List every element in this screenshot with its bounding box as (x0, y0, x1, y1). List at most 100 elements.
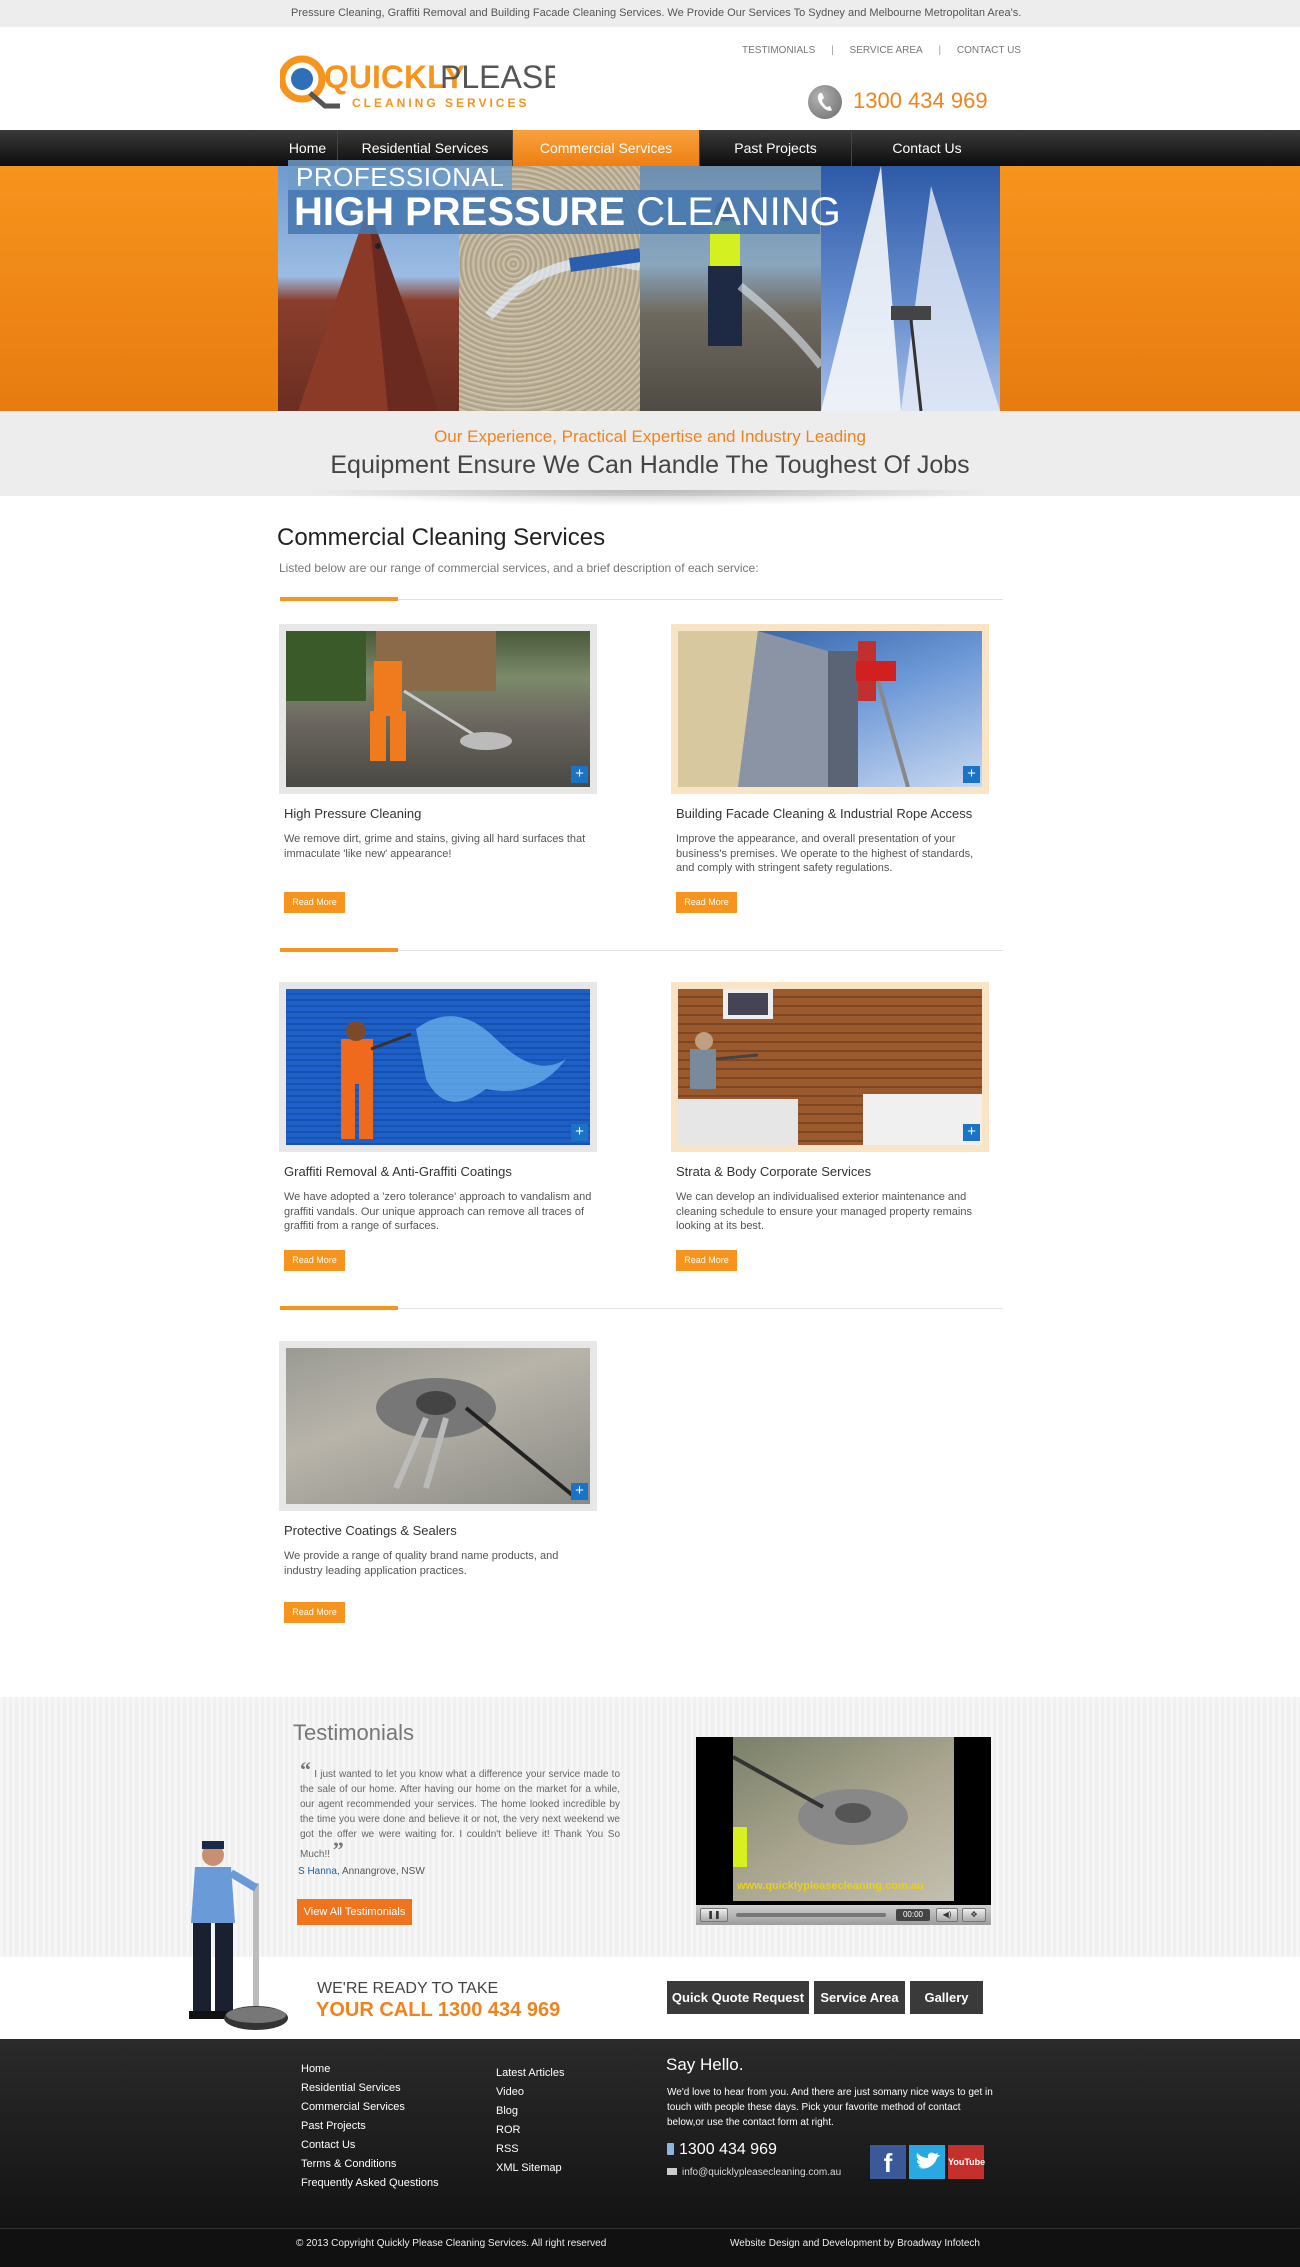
footer-link-rss[interactable]: RSS (496, 2140, 564, 2159)
service-image-frame: + (671, 982, 989, 1152)
video-player[interactable]: www.quicklypleasecleaning.com.au ❚❚ 00:0… (696, 1737, 991, 1925)
quick-quote-button[interactable]: Quick Quote Request (667, 1981, 809, 2014)
service-image-frame: + (671, 624, 989, 794)
section-title: Commercial Cleaning Services (277, 524, 606, 551)
envelope-icon (667, 2168, 677, 2175)
gallery-button[interactable]: Gallery (910, 1981, 983, 2014)
service-photo[interactable] (678, 631, 982, 787)
header: QUICKLY PLEASE CLEANING SERVICES TESTIMO… (0, 27, 1300, 130)
section-divider (280, 948, 1003, 952)
top-info-bar: Pressure Cleaning, Graffiti Removal and … (0, 0, 1300, 27)
section-subtitle: Listed below are our range of commercial… (279, 561, 759, 575)
footer-link-blog[interactable]: Blog (496, 2102, 564, 2121)
nav-past-projects[interactable]: Past Projects (700, 130, 852, 166)
service-description: We remove dirt, grime and stains, giving… (284, 833, 586, 860)
read-more-button[interactable]: Read More (284, 892, 345, 913)
close-quote-icon: ” (332, 1837, 344, 1862)
volume-icon[interactable]: ◀) (936, 1908, 958, 1922)
service-photo[interactable] (286, 631, 590, 787)
developer-credit[interactable]: Website Design and Development by Broadw… (730, 2238, 980, 2249)
open-quote-icon: “ (300, 1757, 311, 1782)
video-time: 00:00 (896, 1909, 930, 1921)
footer (0, 2039, 1300, 2228)
footer-email[interactable]: info@quicklypleasecleaning.com.au (667, 2167, 841, 2178)
pause-icon[interactable]: ❚❚ (700, 1908, 728, 1922)
expand-plus-icon[interactable]: + (571, 766, 588, 783)
nav-contact-us[interactable]: Contact Us (852, 130, 1002, 166)
footer-link-sitemap[interactable]: XML Sitemap (496, 2159, 564, 2178)
mobile-phone-icon (667, 2143, 674, 2155)
tagline-line1: Our Experience, Practical Expertise and … (434, 427, 866, 446)
say-hello-text: We'd love to hear from you. And there ar… (667, 2087, 993, 2128)
footer-email-address[interactable]: info@quicklypleasecleaning.com.au (682, 2167, 841, 2178)
header-phone-number[interactable]: 1300 434 969 (853, 88, 988, 114)
hero-label-professional: PROFESSIONAL (288, 160, 513, 193)
video-frame: www.quicklypleasecleaning.com.au (733, 1737, 954, 1901)
footer-links-col2: Latest Articles Video Blog ROR RSS XML S… (496, 2064, 564, 2178)
read-more-button[interactable]: Read More (676, 1250, 737, 1271)
read-more-button[interactable]: Read More (284, 1250, 345, 1271)
expand-plus-icon[interactable]: + (963, 1124, 980, 1141)
testimonial-quote: “ I just wanted to let you know what a d… (300, 1759, 620, 1862)
copyright-bar (0, 2228, 1300, 2267)
call-line1: WE'RE READY TO TAKE (317, 1980, 499, 1997)
section-divider (280, 1306, 1003, 1310)
read-more-button[interactable]: Read More (676, 892, 737, 913)
service-image-frame: + (279, 1341, 597, 1511)
service-title[interactable]: Strata & Body Corporate Services (676, 1164, 871, 1179)
service-image-frame: + (279, 624, 597, 794)
service-title[interactable]: Building Facade Cleaning & Industrial Ro… (676, 806, 972, 821)
service-description: We can develop an individualised exterio… (676, 1191, 972, 1232)
service-image-frame: + (279, 982, 597, 1152)
toplink-testimonials[interactable]: TESTIMONIALS (742, 45, 815, 56)
hero-label-bold: HIGH PRESSURE (294, 190, 626, 234)
service-area-button[interactable]: Service Area (814, 1981, 905, 2014)
expand-plus-icon[interactable]: + (963, 766, 980, 783)
footer-link-faq[interactable]: Frequently Asked Questions (301, 2174, 439, 2193)
service-title[interactable]: High Pressure Cleaning (284, 806, 421, 821)
hero-label-main: HIGH PRESSURE CLEANING (288, 190, 841, 234)
footer-link-terms[interactable]: Terms & Conditions (301, 2155, 439, 2174)
service-title[interactable]: Graffiti Removal & Anti-Graffiti Coating… (284, 1164, 512, 1179)
svg-text:CLEANING SERVICES: CLEANING SERVICES (352, 96, 529, 110)
say-hello-title: Say Hello. (666, 2055, 744, 2074)
youtube-icon[interactable]: YouTube (948, 2145, 985, 2179)
footer-link-video[interactable]: Video (496, 2083, 564, 2102)
footer-phone[interactable]: 1300 434 969 (667, 2141, 777, 2159)
footer-link-home[interactable]: Home (301, 2060, 439, 2079)
facebook-icon[interactable]: f (870, 2145, 906, 2179)
service-description: We provide a range of quality brand name… (284, 1550, 559, 1577)
expand-plus-icon[interactable]: + (571, 1124, 588, 1141)
logo[interactable]: QUICKLY PLEASE CLEANING SERVICES (278, 51, 565, 121)
footer-phone-number[interactable]: 1300 434 969 (679, 2141, 777, 2158)
shadow-divider (300, 490, 1000, 506)
service-description: Improve the appearance, and overall pres… (676, 833, 974, 874)
footer-link-past-projects[interactable]: Past Projects (301, 2117, 439, 2136)
service-title[interactable]: Protective Coatings & Sealers (284, 1523, 457, 1538)
worker-illustration (153, 1833, 328, 2033)
tagline-line2: Equipment Ensure We Can Handle The Tough… (330, 451, 970, 479)
expand-plus-icon[interactable]: + (571, 1483, 588, 1500)
service-photo[interactable] (678, 989, 982, 1145)
video-seek-bar[interactable] (736, 1913, 886, 1917)
footer-link-contact[interactable]: Contact Us (301, 2136, 439, 2155)
footer-link-residential[interactable]: Residential Services (301, 2079, 439, 2098)
author-place: Annangrove, NSW (341, 1866, 425, 1877)
toplink-contact-us[interactable]: CONTACT US (957, 45, 1021, 56)
service-photo[interactable] (286, 989, 590, 1145)
footer-link-commercial[interactable]: Commercial Services (301, 2098, 439, 2117)
nav-commercial-services[interactable]: Commercial Services (513, 130, 700, 166)
footer-link-ror[interactable]: ROR (496, 2121, 564, 2140)
logo-mark-icon: QUICKLY PLEASE CLEANING SERVICES (278, 55, 565, 110)
fullscreen-icon[interactable]: ✥ (962, 1908, 986, 1922)
twitter-icon[interactable] (909, 2145, 945, 2179)
service-photo[interactable] (286, 1348, 590, 1504)
footer-link-latest-articles[interactable]: Latest Articles (496, 2064, 564, 2083)
svg-text:PLEASE: PLEASE (440, 59, 555, 95)
call-line2[interactable]: YOUR CALL 1300 434 969 (316, 1999, 560, 2022)
toplink-service-area[interactable]: SERVICE AREA (850, 45, 923, 56)
main-nav: Home Residential Services Commercial Ser… (0, 130, 1300, 166)
copyright-text: © 2013 Copyright Quickly Please Cleaning… (296, 2238, 607, 2249)
top-info-text: Pressure Cleaning, Graffiti Removal and … (291, 7, 1022, 19)
read-more-button[interactable]: Read More (284, 1602, 345, 1623)
